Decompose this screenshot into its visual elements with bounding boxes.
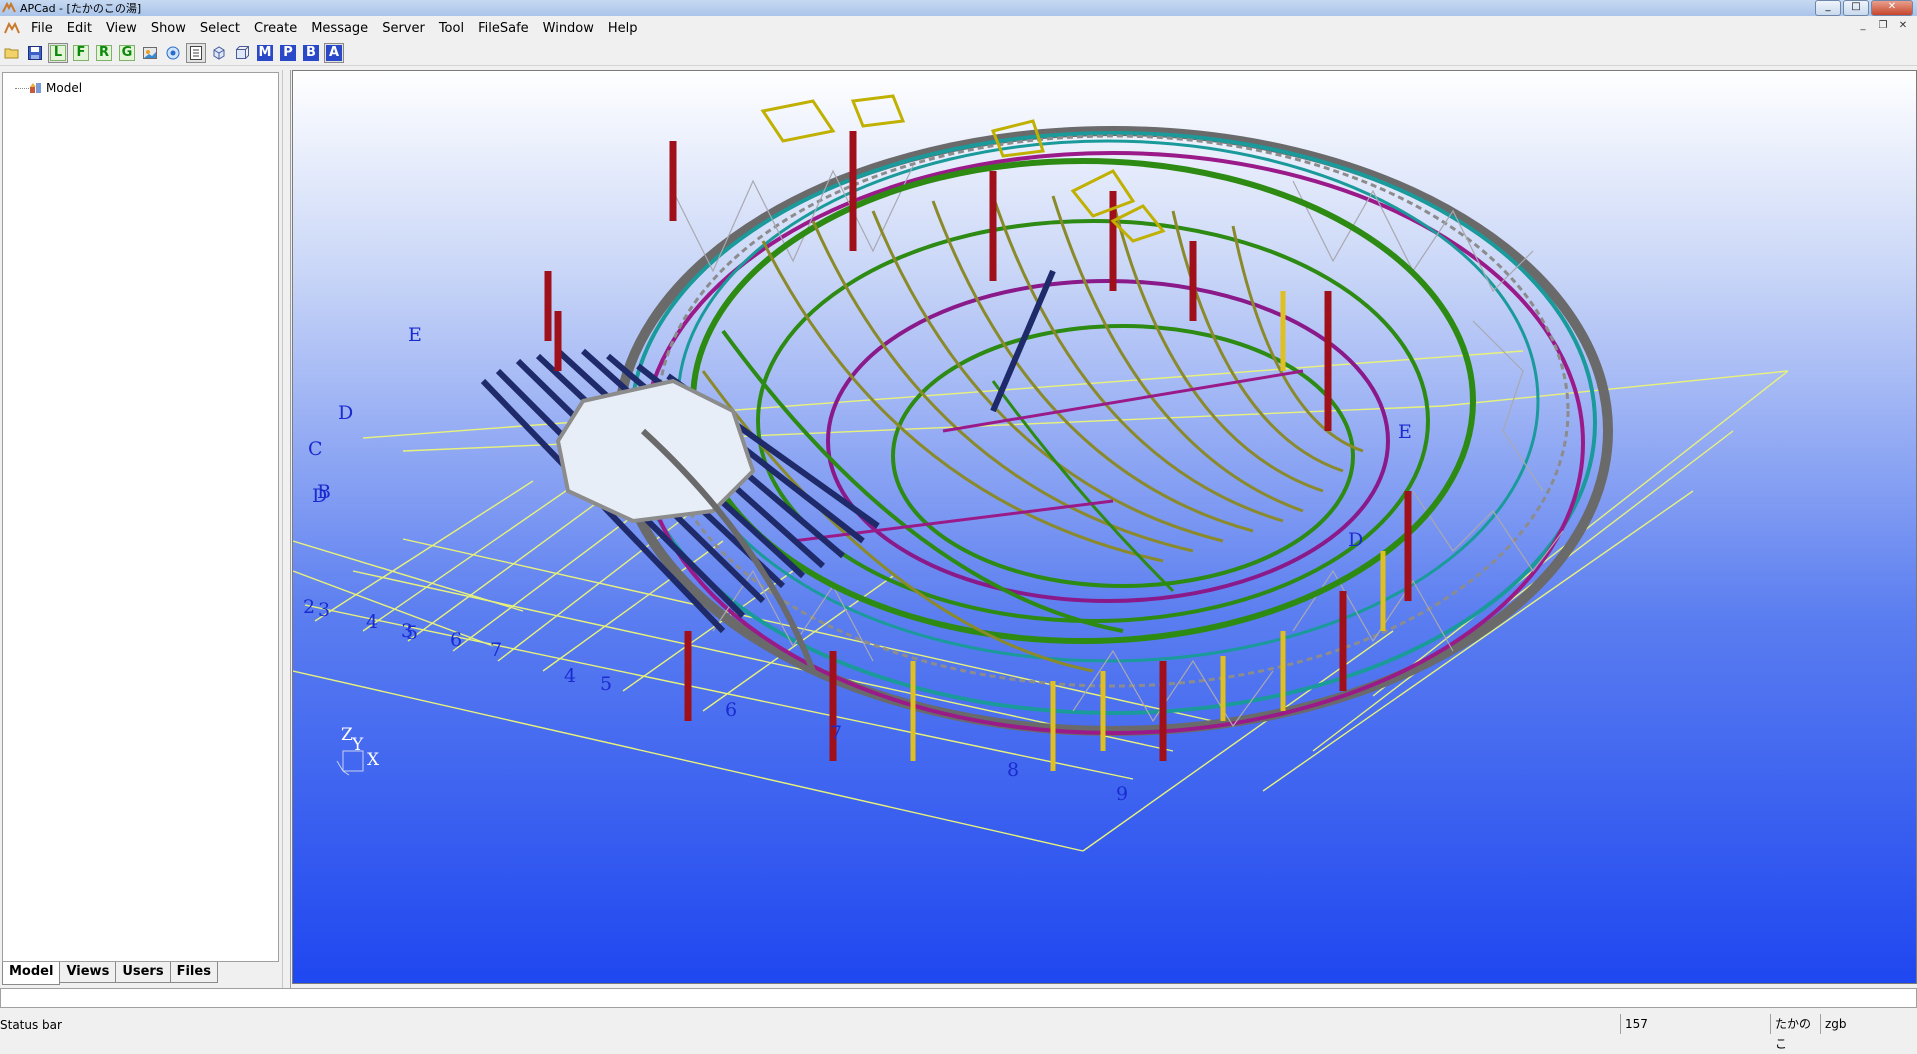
close-button[interactable]: ✕ [1871, 0, 1913, 16]
save-button[interactable] [25, 43, 45, 63]
status-count: 157 [1620, 1014, 1770, 1034]
window-title: APCad - [たかのこの湯] [20, 2, 142, 15]
status-text: Status bar [0, 1018, 62, 1032]
menu-server[interactable]: Server [375, 21, 432, 36]
grid-label-7: 7 [830, 722, 842, 744]
grid-label-E-left: E [408, 324, 422, 346]
menu-bar: File Edit View Show Select Create Messag… [0, 17, 1917, 39]
image-view-icon [143, 46, 157, 59]
letter-l-icon: L [50, 44, 66, 61]
minimize-button[interactable]: _ [1815, 0, 1841, 16]
toolbar-p-button[interactable]: P [278, 43, 298, 63]
cube-view-icon [213, 45, 225, 60]
letter-f-icon: F [73, 44, 89, 61]
grid-label-5-left: 5 [406, 622, 418, 644]
menu-help[interactable]: Help [601, 21, 645, 36]
tab-views[interactable]: Views [59, 962, 117, 983]
menu-select[interactable]: Select [193, 21, 247, 36]
grid-label-5: 5 [600, 673, 612, 695]
letter-m-icon: M [257, 44, 273, 61]
grid-label-6-left: 6 [450, 629, 462, 651]
document-list-icon [190, 45, 202, 60]
toolbar: L F R G M P B A [0, 40, 1917, 66]
document-app-icon[interactable] [4, 21, 20, 35]
tab-files[interactable]: Files [169, 962, 218, 983]
status-bar: Status bar 157 たかのこ zgb [0, 1014, 1917, 1051]
mdi-close-button[interactable]: ✕ [1895, 20, 1911, 34]
grid-label-9: 9 [1116, 783, 1128, 805]
target-button[interactable] [163, 43, 183, 63]
model-icon [30, 83, 41, 93]
left-panel: Model Model Views Users Files [0, 70, 282, 988]
grid-label-6: 6 [725, 699, 737, 721]
model-tree[interactable]: Model [2, 72, 279, 962]
bowl-beams [690, 158, 1476, 673]
menu-filesafe[interactable]: FileSafe [471, 21, 536, 36]
menu-show[interactable]: Show [144, 21, 193, 36]
panel-splitter[interactable] [282, 70, 291, 988]
toolbar-g-button[interactable]: G [117, 43, 137, 63]
grid-label-E-right: E [1398, 421, 1412, 443]
toolbar-m-button[interactable]: M [255, 43, 275, 63]
image-view-button[interactable] [140, 43, 160, 63]
ground-grid [293, 350, 1789, 852]
menu-view[interactable]: View [99, 21, 144, 36]
menu-edit[interactable]: Edit [60, 21, 99, 36]
axis-x-label: X [367, 750, 380, 770]
toolbar-a-button[interactable]: A [324, 42, 344, 63]
target-icon [166, 46, 180, 59]
document-list-button[interactable] [186, 42, 206, 63]
app-logo-icon [2, 2, 16, 13]
maximize-button[interactable]: □ [1843, 0, 1869, 16]
grid-label-D-right: D [1348, 529, 1363, 551]
grid-label-2: 2 [303, 596, 315, 618]
3d-viewport[interactable]: D C B D E E D 2 3 4 3 5 6 7 4 5 6 7 8 9 … [292, 70, 1917, 984]
grid-label-D-left: D [338, 402, 353, 424]
title-bar: APCad - [たかのこの湯] _ □ ✕ [0, 0, 1917, 16]
cube-3d-button[interactable] [232, 43, 252, 63]
toolbar-b-button[interactable]: B [301, 43, 321, 63]
open-folder-icon [4, 48, 19, 58]
status-project: たかのこ [1770, 1014, 1820, 1051]
letter-a-icon: A [326, 44, 342, 61]
menu-tool[interactable]: Tool [432, 21, 471, 36]
toolbar-f-button[interactable]: F [71, 43, 91, 63]
grid-label-7-left: 7 [490, 639, 502, 661]
menu-create[interactable]: Create [247, 21, 304, 36]
cube-view-button[interactable] [209, 43, 229, 63]
tab-model[interactable]: Model [2, 962, 61, 985]
structure-model-view: D C B D E E D 2 3 4 3 5 6 7 4 5 6 7 8 9 … [293, 94, 1789, 852]
letter-r-icon: R [96, 44, 112, 61]
panel-tabs: Model Views Users Files [2, 962, 218, 985]
menu-message[interactable]: Message [304, 21, 375, 36]
status-user: zgb [1820, 1014, 1917, 1034]
menu-window[interactable]: Window [536, 21, 601, 36]
tab-users[interactable]: Users [115, 962, 171, 983]
grid-label-3: 3 [318, 599, 330, 621]
grid-label-8: 8 [1007, 759, 1019, 781]
mdi-restore-button[interactable]: ❐ [1875, 20, 1891, 34]
grid-label-4-left: 4 [366, 611, 378, 633]
menu-file[interactable]: File [24, 21, 60, 36]
axis-y-label: Y [351, 735, 364, 755]
grid-label-C: C [308, 438, 323, 460]
tree-item-model[interactable]: Model [46, 81, 82, 95]
grid-label-4: 4 [564, 665, 576, 687]
command-input[interactable] [0, 988, 1917, 1008]
mdi-minimize-button[interactable]: _ [1855, 20, 1871, 34]
toolbar-l-button[interactable]: L [48, 42, 68, 63]
save-icon [28, 45, 42, 60]
grid-label-D-overlap: D [312, 485, 327, 507]
letter-b-icon: B [303, 44, 319, 61]
toolbar-r-button[interactable]: R [94, 43, 114, 63]
tree-connector [15, 88, 29, 89]
cube-3d-icon [236, 45, 249, 59]
open-button[interactable] [2, 43, 22, 63]
letter-g-icon: G [119, 44, 135, 61]
letter-p-icon: P [280, 44, 296, 61]
